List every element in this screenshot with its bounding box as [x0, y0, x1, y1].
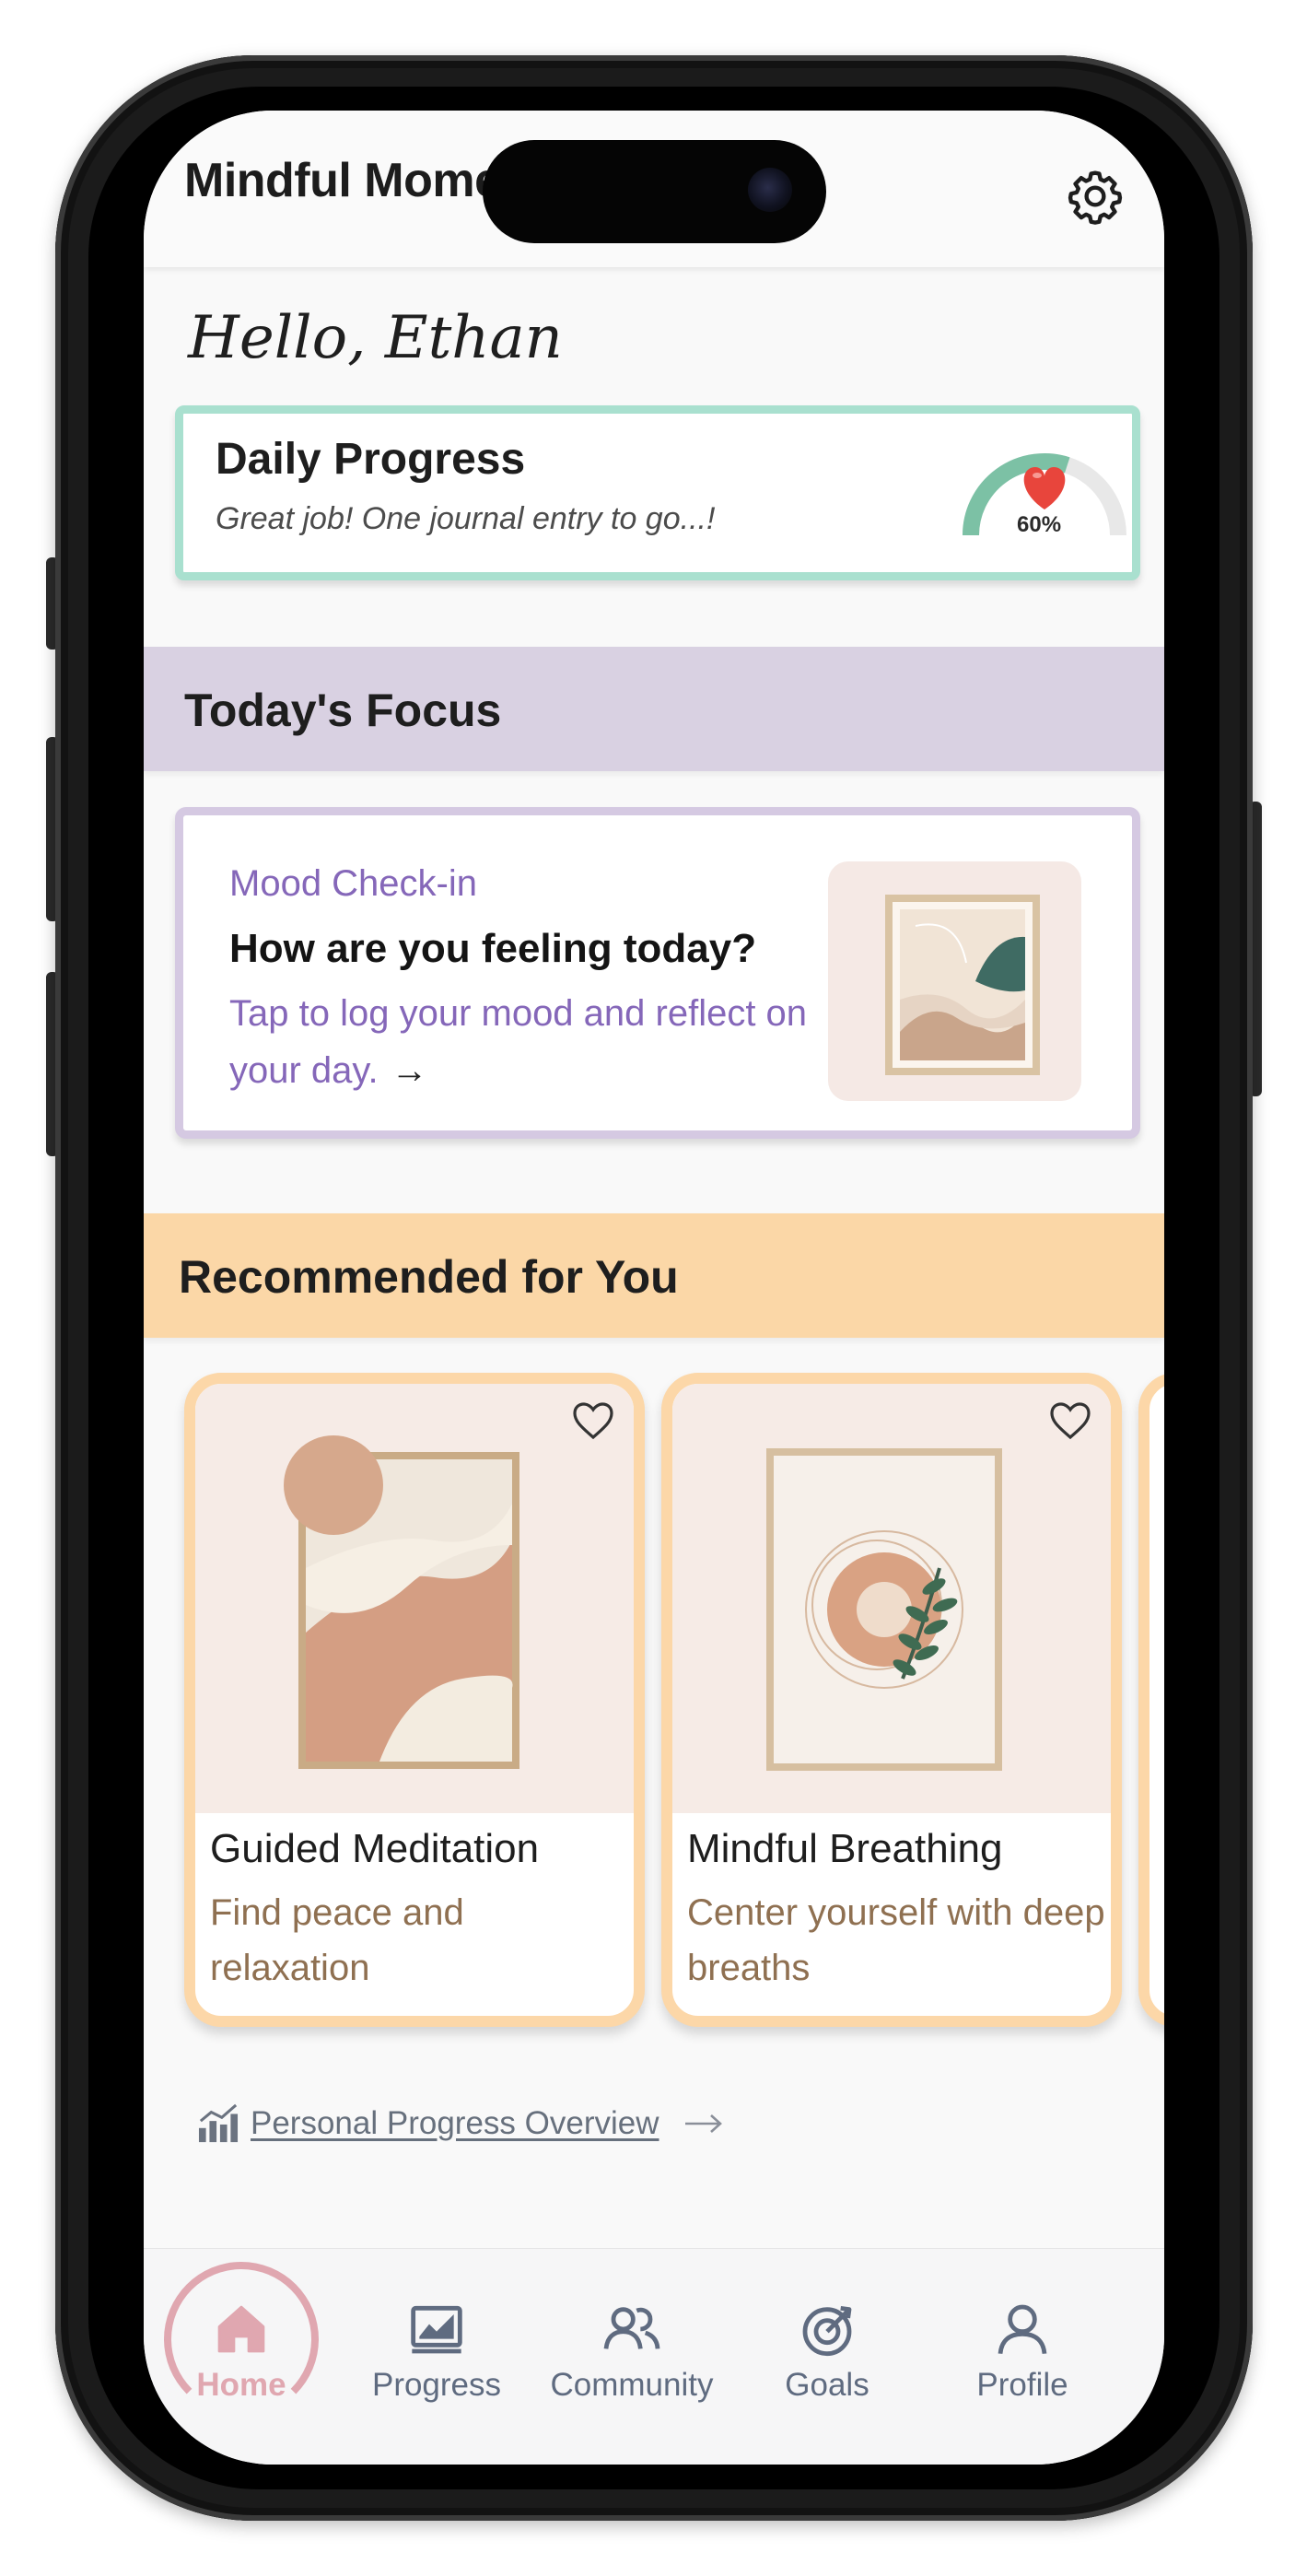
recommended-title: Recommended for You: [179, 1251, 679, 1303]
greeting: Hello, Ethan: [188, 304, 563, 372]
home-icon: [217, 2305, 265, 2353]
tab-profile[interactable]: Profile: [925, 2249, 1120, 2465]
bottom-tab-bar: Home Progress Community Goals Profile: [144, 2248, 1164, 2465]
tab-progress[interactable]: Progress: [339, 2249, 534, 2465]
target-icon: [802, 2305, 852, 2357]
arrow-right-icon[interactable]: →: [391, 1042, 428, 1099]
mood-checkin-description: Tap to log your mood and reflect on your…: [229, 985, 819, 1099]
tab-progress-label: Progress: [371, 2367, 502, 2403]
favorite-heart-icon[interactable]: [1048, 1400, 1092, 1441]
mood-artwork-image: [828, 861, 1081, 1101]
heart-icon: [1023, 467, 1066, 509]
tab-home[interactable]: Home: [144, 2249, 339, 2465]
app-screen: Mindful Moments Hello, Ethan Daily Progr…: [144, 111, 1164, 2465]
tab-goals[interactable]: Goals: [729, 2249, 925, 2465]
recommended-card-partial[interactable]: [1138, 1373, 1164, 2027]
community-icon: [603, 2307, 660, 2349]
tab-goals-label: Goals: [785, 2367, 869, 2403]
personal-progress-overview-link[interactable]: Personal Progress Overview: [197, 2096, 724, 2151]
daily-progress-subtitle: Great job! One journal entry to go...!: [216, 501, 716, 536]
card-title: Guided Meditation: [210, 1826, 540, 1871]
mood-checkin-label: Mood Check-in: [229, 863, 478, 904]
recommended-card-mindful-breathing[interactable]: Mindful Breathing Center yourself with d…: [661, 1373, 1122, 2027]
mood-checkin-text: Tap to log your mood and reflect on your…: [229, 993, 808, 1091]
tab-community-label: Community: [550, 2367, 714, 2403]
mood-checkin-title: How are you feeling today?: [229, 926, 757, 971]
bar-chart-icon: [198, 2103, 239, 2143]
tab-home-label: Home: [196, 2367, 286, 2403]
progress-percent: 60%: [1017, 512, 1062, 537]
mindful-breathing-image: [672, 1384, 1111, 1813]
overview-link-text[interactable]: Personal Progress Overview: [251, 2105, 659, 2142]
daily-progress-card[interactable]: Daily Progress Great job! One journal en…: [175, 405, 1140, 580]
mood-checkin-card[interactable]: Mood Check-in How are you feeling today?…: [175, 807, 1140, 1139]
recommended-header: Recommended for You: [144, 1213, 1164, 1338]
favorite-heart-icon[interactable]: [571, 1400, 615, 1441]
arrow-right-icon: [684, 2114, 722, 2133]
card-title: Mindful Breathing: [687, 1826, 1003, 1871]
guided-meditation-image: [195, 1384, 634, 1813]
todays-focus-header: Today's Focus: [144, 647, 1164, 771]
user-icon: [998, 2304, 1047, 2355]
chart-icon: [411, 2305, 462, 2354]
camera-lens: [748, 168, 792, 212]
tab-profile-label: Profile: [976, 2367, 1068, 2403]
todays-focus-title: Today's Focus: [184, 685, 502, 736]
tab-community[interactable]: Community: [534, 2249, 729, 2465]
card-subtitle: Find peace and relaxation: [210, 1892, 464, 1988]
settings-gear-icon[interactable]: [1065, 166, 1126, 227]
daily-progress-title: Daily Progress: [216, 435, 526, 484]
card-subtitle: Center yourself with deep breaths: [687, 1892, 1105, 1988]
recommended-card-guided-meditation[interactable]: Guided Meditation Find peace and relaxat…: [184, 1373, 645, 2027]
